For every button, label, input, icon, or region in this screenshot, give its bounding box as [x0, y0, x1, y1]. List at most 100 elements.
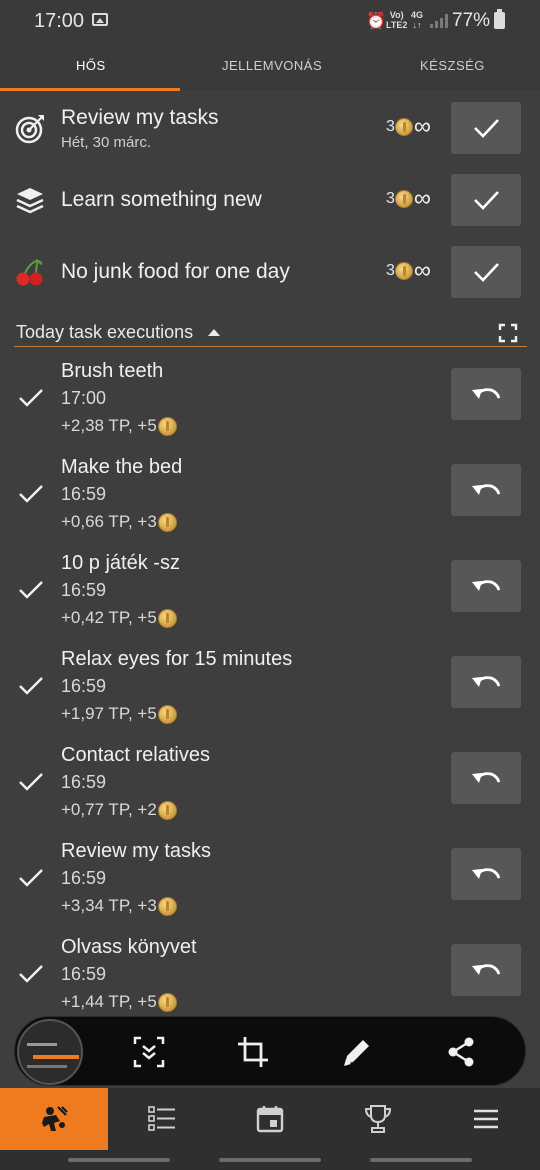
undo-icon	[472, 388, 501, 399]
image-notification-icon	[92, 13, 108, 26]
nav-hero[interactable]	[0, 1088, 108, 1150]
nav-calendar[interactable]	[216, 1088, 324, 1150]
undo-button[interactable]	[451, 752, 521, 804]
undo-icon	[472, 772, 501, 783]
done-check-icon	[19, 773, 43, 791]
checkmark-icon	[474, 263, 499, 282]
target-icon	[15, 115, 44, 144]
coin-icon	[157, 512, 177, 532]
execution-time: 16:59	[61, 772, 107, 792]
crop-icon[interactable]	[235, 1034, 271, 1070]
daily-title: Learn something new	[61, 188, 262, 211]
status-bar: 17:00 ⏰ Vo) LTE2 4G ↓↑ 77%	[0, 0, 540, 42]
complete-button[interactable]	[451, 102, 521, 154]
calendar-icon	[256, 1106, 284, 1133]
gesture-hint[interactable]	[68, 1158, 170, 1162]
coin-icon	[157, 704, 177, 724]
execution-reward: +0,42 TP, +5	[61, 608, 177, 628]
execution-time: 16:59	[61, 484, 107, 504]
done-check-icon	[19, 869, 43, 887]
execution-time: 16:59	[61, 580, 107, 600]
cherries-icon	[16, 259, 43, 286]
daily-task-row[interactable]: Learn something new 3 ∞	[0, 170, 540, 242]
undo-button[interactable]	[451, 656, 521, 708]
execution-reward: +3,34 TP, +3	[61, 896, 177, 916]
daily-title: No junk food for one day	[61, 260, 290, 283]
alarm-icon: ⏰	[366, 13, 386, 30]
coin-icon	[157, 992, 177, 1012]
execution-title: Brush teeth	[61, 360, 164, 382]
undo-button[interactable]	[451, 944, 521, 996]
undo-button[interactable]	[451, 560, 521, 612]
undo-icon	[472, 484, 501, 495]
menu-icon	[474, 1109, 498, 1129]
gesture-hint[interactable]	[370, 1158, 472, 1162]
nav-achievements[interactable]	[324, 1088, 432, 1150]
section-divider	[14, 346, 527, 347]
coin-icon	[394, 118, 413, 136]
execution-row: Brush teeth 17:00 +2,38 TP, +5	[0, 360, 540, 456]
status-time: 17:00	[34, 10, 85, 32]
screenshot-toolbar	[14, 1016, 526, 1086]
nav-tasks[interactable]	[108, 1088, 216, 1150]
executions-section-header[interactable]: Today task executions	[0, 318, 540, 348]
battery-icon	[494, 9, 505, 29]
execution-row: Relax eyes for 15 minutes 16:59 +1,97 TP…	[0, 648, 540, 744]
daily-reward: 3 ∞	[386, 187, 431, 211]
tab-skills[interactable]: KÉSZSÉG	[420, 58, 485, 73]
tab-hero[interactable]: HŐS	[76, 58, 106, 73]
reward-text: +0,42 TP, +5	[61, 608, 157, 627]
done-check-icon	[19, 389, 43, 407]
coin-icon	[157, 608, 177, 628]
coin-icon	[157, 896, 177, 916]
execution-reward: +1,44 TP, +5	[61, 992, 177, 1012]
tab-traits[interactable]: JELLEMVONÁS	[222, 58, 322, 73]
daily-reward: 3 ∞	[386, 257, 432, 284]
complete-button[interactable]	[451, 174, 521, 226]
books-icon	[16, 188, 44, 214]
execution-reward: +2,38 TP, +5	[61, 416, 177, 436]
coin-icon	[394, 262, 413, 280]
reward-amount: 3	[386, 118, 395, 135]
execution-title: Review my tasks	[61, 840, 212, 862]
system-gesture-bar	[0, 1150, 540, 1170]
execution-title: Olvass könyvet	[61, 936, 197, 958]
daily-task-row[interactable]: No junk food for one day 3 ∞	[0, 242, 540, 314]
undo-button[interactable]	[451, 464, 521, 516]
complete-button[interactable]	[451, 246, 521, 298]
execution-reward: +0,66 TP, +3	[61, 512, 177, 532]
network-type-indicator: 4G ↓↑	[411, 10, 424, 30]
reward-text: +0,77 TP, +2	[61, 800, 157, 819]
done-check-icon	[19, 677, 43, 695]
coin-icon	[157, 416, 177, 436]
execution-title: Contact relatives	[61, 744, 210, 766]
reward-text: +2,38 TP, +5	[61, 416, 157, 435]
reward-text: +1,44 TP, +5	[61, 992, 157, 1011]
execution-time: 16:59	[61, 964, 107, 984]
battery-percent: 77%	[452, 10, 491, 31]
nav-menu[interactable]	[432, 1088, 540, 1150]
execution-time: 16:59	[61, 676, 107, 696]
execution-row: Make the bed 16:59 +0,66 TP, +3	[0, 456, 540, 552]
screenshot-thumbnail[interactable]	[17, 1019, 83, 1085]
daily-subtitle: Hét, 30 márc.	[61, 134, 152, 151]
undo-icon	[472, 676, 501, 687]
pencil-icon[interactable]	[339, 1034, 375, 1070]
undo-icon	[472, 580, 501, 591]
execution-row: 10 p játék -sz 16:59 +0,42 TP, +5	[0, 552, 540, 648]
execution-row: Contact relatives 16:59 +0,77 TP, +2	[0, 744, 540, 840]
collapse-caret-icon[interactable]	[208, 329, 220, 336]
infinity-icon: ∞	[413, 257, 432, 284]
trophy-icon	[364, 1105, 392, 1133]
hero-icon	[42, 1106, 68, 1131]
checkmark-icon	[474, 119, 499, 138]
gesture-hint[interactable]	[219, 1158, 321, 1162]
execution-row: Review my tasks 16:59 +3,34 TP, +3	[0, 840, 540, 936]
share-icon[interactable]	[443, 1034, 479, 1070]
undo-button[interactable]	[451, 368, 521, 420]
undo-button[interactable]	[451, 848, 521, 900]
undo-icon	[472, 868, 501, 879]
expand-icon[interactable]	[498, 323, 518, 343]
daily-task-row[interactable]: Review my tasks Hét, 30 márc. 3 ∞	[0, 98, 540, 170]
scroll-capture-icon[interactable]	[131, 1034, 167, 1070]
